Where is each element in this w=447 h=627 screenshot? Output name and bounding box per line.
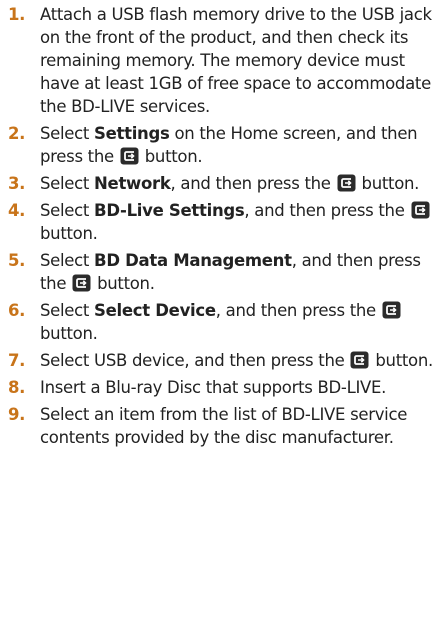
step-1: 1. Attach a USB flash memory drive to th… xyxy=(0,3,447,118)
enter-button-icon xyxy=(382,301,401,319)
step-9: 9. Select an item from the list of BD-LI… xyxy=(0,403,447,449)
step-text-post: button. xyxy=(356,174,420,193)
menu-item-name: BD Data Management xyxy=(94,251,292,270)
step-text-pre: Select xyxy=(40,201,95,220)
step-6: 6. Select Select Device, and then press … xyxy=(0,299,447,345)
enter-button-icon xyxy=(120,147,139,165)
instruction-page: 1. Attach a USB flash memory drive to th… xyxy=(0,0,447,627)
enter-button-icon xyxy=(411,201,429,219)
step-text-pre: Select USB device, and then press the xyxy=(40,351,350,370)
enter-button-icon xyxy=(72,274,91,292)
step-text-mid: , and then press the xyxy=(244,201,410,220)
menu-item-name: Network xyxy=(94,174,171,193)
step-number: 6. xyxy=(8,301,26,320)
step-text: Attach a USB flash memory drive to the U… xyxy=(40,5,432,116)
step-number: 2. xyxy=(8,124,26,143)
step-number: 9. xyxy=(8,405,26,424)
step-text: Insert a Blu-ray Disc that supports BD-L… xyxy=(40,378,387,397)
step-number: 8. xyxy=(8,378,26,397)
step-text-mid: , and then press the xyxy=(170,174,336,193)
step-number: 1. xyxy=(8,5,26,24)
menu-item-name: Settings xyxy=(94,124,170,143)
step-text-pre: Select xyxy=(40,174,95,193)
step-text-pre: Select xyxy=(40,251,95,270)
step-text-post: button. xyxy=(92,274,155,293)
step-text-post: button. xyxy=(370,351,433,370)
step-5: 5. Select BD Data Management, and then p… xyxy=(0,249,447,295)
step-text-post: button. xyxy=(40,224,98,243)
step-text-pre: Select xyxy=(40,124,95,143)
step-text-post: button. xyxy=(139,147,203,166)
step-number: 3. xyxy=(8,174,26,193)
step-3: 3. Select Network, and then press the bu… xyxy=(0,172,447,195)
step-8: 8. Insert a Blu-ray Disc that supports B… xyxy=(0,376,447,399)
menu-item-name: Select Device xyxy=(94,301,216,320)
step-text-mid: , and then press the xyxy=(215,301,381,320)
menu-item-name: BD-Live Settings xyxy=(94,201,245,220)
step-text: Select an item from the list of BD-LIVE … xyxy=(40,405,408,447)
enter-button-icon xyxy=(350,351,369,369)
step-text-pre: Select xyxy=(40,301,95,320)
step-2: 2. Select Settings on the Home screen, a… xyxy=(0,122,447,168)
steps-list: 1. Attach a USB flash memory drive to th… xyxy=(0,3,447,449)
step-text-post: button. xyxy=(40,324,98,343)
step-number: 7. xyxy=(8,351,26,370)
step-7: 7. Select USB device, and then press the… xyxy=(0,349,447,372)
step-number: 5. xyxy=(8,251,26,270)
step-4: 4. Select BD-Live Settings, and then pre… xyxy=(0,199,447,245)
enter-button-icon xyxy=(337,174,356,192)
step-number: 4. xyxy=(8,201,26,220)
